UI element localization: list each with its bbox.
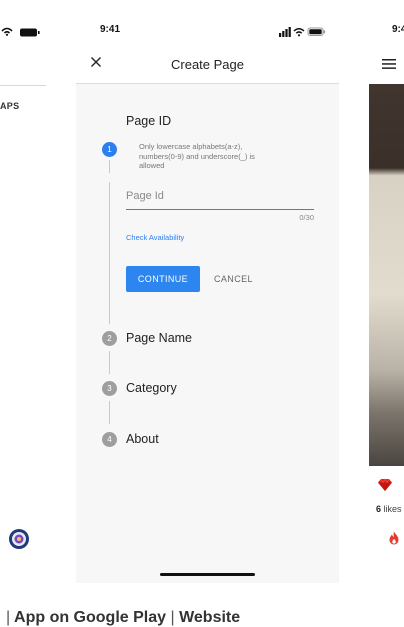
status-time: 9:4	[392, 24, 404, 35]
website-link[interactable]: Website	[179, 609, 240, 626]
step-4-number: 4	[102, 432, 117, 447]
step-3-title[interactable]: Category	[126, 381, 177, 395]
caption: | App on Google Play | Website	[6, 609, 240, 627]
page-title: Create Page	[171, 57, 244, 72]
step-connector	[109, 351, 110, 374]
create-page-screen: 9:41 Create Page Page ID 1 Only lowercas…	[76, 0, 339, 583]
left-header	[0, 38, 46, 86]
check-availability-link[interactable]: Check Availability	[126, 233, 184, 242]
page-id-field	[126, 182, 314, 210]
fire-icon[interactable]	[388, 531, 400, 545]
caption-separator: |	[170, 609, 175, 626]
step-2-title[interactable]: Page Name	[126, 331, 192, 345]
right-screen-preview: 9:4 6 likes	[369, 0, 404, 560]
step-1-title: Page ID	[126, 114, 172, 128]
menu-icon[interactable]	[382, 57, 396, 69]
step-2-number: 2	[102, 331, 117, 346]
cancel-button[interactable]: CANCEL	[214, 266, 260, 292]
page-id-input[interactable]	[126, 186, 314, 206]
screenshot-canvas: APS 9:41 Create Page Page ID 1 Only lowe…	[0, 0, 404, 627]
likes-label: likes	[383, 504, 402, 514]
post-photo[interactable]	[369, 84, 404, 466]
step-4-title[interactable]: About	[126, 432, 159, 446]
page-id-hint: Only lowercase alphabets(a-z), numbers(0…	[139, 142, 255, 170]
left-tab-label[interactable]: APS	[0, 101, 19, 111]
likes-count: 6 likes	[376, 504, 402, 514]
character-counter: 0/30	[299, 213, 314, 222]
gem-icon[interactable]	[377, 478, 393, 492]
google-play-link[interactable]: App on Google Play	[14, 609, 166, 626]
step-connector	[109, 160, 110, 173]
home-indicator[interactable]	[160, 573, 255, 576]
step-connector	[109, 401, 110, 424]
caption-separator: |	[6, 609, 11, 626]
likes-number: 6	[376, 504, 382, 514]
step-3-number: 3	[102, 381, 117, 396]
left-screen-preview: APS	[0, 0, 46, 560]
status-icons	[0, 22, 46, 38]
globe-icon[interactable]	[8, 528, 30, 550]
status-time: 9:41	[100, 24, 121, 35]
app-header: 9:41 Create Page	[76, 0, 339, 84]
step-1-number: 1	[102, 142, 117, 157]
step-connector	[109, 182, 110, 324]
continue-button[interactable]: CONTINUE	[126, 266, 200, 292]
status-icons	[279, 24, 327, 37]
